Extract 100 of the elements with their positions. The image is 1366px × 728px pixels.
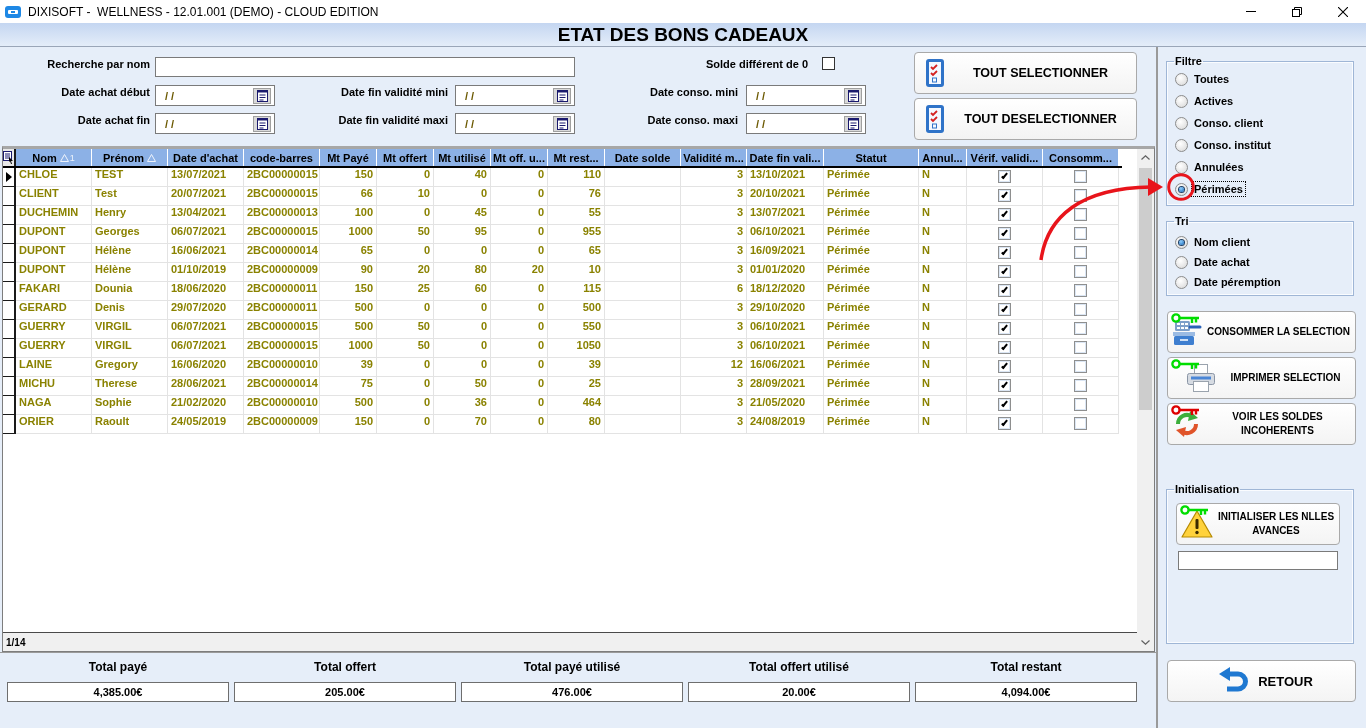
checkbox[interactable] [998, 246, 1011, 259]
column-header[interactable]: Date solde [605, 149, 681, 166]
checkbox[interactable] [998, 379, 1011, 392]
scrollbar-thumb[interactable] [1139, 168, 1152, 410]
checkbox[interactable] [998, 189, 1011, 202]
radio-label[interactable]: Conso. institut [1191, 137, 1274, 153]
checkbox[interactable] [1074, 284, 1087, 297]
row-selector[interactable] [3, 301, 16, 320]
checkbox[interactable] [1074, 360, 1087, 373]
radio-button[interactable] [1175, 160, 1188, 174]
selection-button[interactable]: TOUT SELECTIONNER [914, 52, 1137, 94]
row-selector[interactable] [3, 320, 16, 339]
checkbox[interactable] [998, 360, 1011, 373]
checkbox[interactable] [822, 57, 835, 70]
scrollbar[interactable] [1137, 149, 1154, 651]
column-header[interactable]: Prénom [92, 149, 168, 166]
column-header[interactable]: Mt off. u... [491, 149, 548, 166]
row-selector[interactable] [3, 263, 16, 282]
calendar-icon[interactable] [253, 115, 271, 132]
calendar-icon[interactable] [253, 87, 271, 104]
checkbox[interactable] [998, 322, 1011, 335]
close-icon[interactable] [1338, 6, 1348, 17]
radio-button[interactable] [1175, 116, 1188, 130]
scroll-down-icon[interactable] [1141, 640, 1150, 645]
row-selector[interactable] [3, 244, 16, 263]
radio-label[interactable]: Date achat [1191, 254, 1253, 270]
checkbox[interactable] [1074, 265, 1087, 278]
column-header[interactable]: Nom 1 [16, 149, 92, 166]
date-field[interactable]: / / [455, 85, 575, 106]
row-selector[interactable] [3, 339, 16, 358]
date-field[interactable]: / / [155, 85, 275, 106]
radio-label[interactable]: Nom client [1191, 234, 1254, 250]
column-header[interactable]: Statut [824, 149, 919, 166]
column-header[interactable]: Mt Payé [320, 149, 377, 166]
radio-button[interactable] [1175, 275, 1188, 289]
checkbox[interactable] [998, 170, 1011, 183]
column-header[interactable]: Mt utilisé [434, 149, 491, 166]
checkbox[interactable] [998, 208, 1011, 221]
input-field[interactable] [1178, 551, 1338, 570]
checkbox[interactable] [1074, 227, 1087, 240]
column-header[interactable]: Annul... [919, 149, 967, 166]
checkbox[interactable] [1074, 379, 1087, 392]
radio-button[interactable] [1175, 182, 1188, 196]
row-selector[interactable] [3, 415, 16, 434]
row-selector[interactable] [3, 377, 16, 396]
column-header[interactable]: Consomm... [1043, 149, 1119, 166]
checkbox[interactable] [1074, 208, 1087, 221]
action-button[interactable]: IMPRIMER SELECTION [1167, 357, 1356, 399]
column-header[interactable]: Mt rest... [548, 149, 605, 166]
radio-button[interactable] [1175, 72, 1188, 86]
radio-button[interactable] [1175, 138, 1188, 152]
checkbox[interactable] [998, 398, 1011, 411]
checkbox[interactable] [1074, 322, 1087, 335]
column-header[interactable]: Date fin vali... [747, 149, 824, 166]
radio-label[interactable]: Conso. client [1191, 115, 1267, 131]
radio-label[interactable]: Toutes [1191, 71, 1233, 87]
checkbox[interactable] [1074, 246, 1087, 259]
calendar-icon[interactable] [844, 115, 862, 132]
radio-label[interactable]: Annulées [1191, 159, 1247, 175]
date-field[interactable]: / / [155, 113, 275, 134]
calendar-icon[interactable] [553, 115, 571, 132]
radio-button[interactable] [1175, 235, 1188, 249]
checkbox[interactable] [1074, 303, 1087, 316]
checkbox[interactable] [998, 417, 1011, 430]
search-field[interactable] [155, 57, 575, 77]
column-header[interactable]: Vérif. validi... [967, 149, 1043, 166]
row-selector[interactable] [3, 206, 16, 225]
row-selector[interactable] [3, 187, 16, 206]
radio-button[interactable] [1175, 255, 1188, 269]
checkbox[interactable] [998, 265, 1011, 278]
date-field[interactable]: / / [746, 113, 866, 134]
row-selector[interactable] [3, 282, 16, 301]
radio-label[interactable]: Périmées [1191, 181, 1246, 197]
back-button[interactable]: RETOUR [1167, 660, 1356, 702]
row-selector[interactable] [3, 396, 16, 415]
checkbox[interactable] [998, 284, 1011, 297]
checkbox[interactable] [998, 341, 1011, 354]
checkbox[interactable] [1074, 398, 1087, 411]
date-field[interactable]: / / [455, 113, 575, 134]
row-selector[interactable] [3, 168, 16, 187]
action-button[interactable]: CONSOMMER LA SELECTION [1167, 311, 1356, 353]
calendar-icon[interactable] [553, 87, 571, 104]
selection-button[interactable]: TOUT DESELECTIONNER [914, 98, 1137, 140]
checkbox[interactable] [1074, 341, 1087, 354]
date-field[interactable]: / / [746, 85, 866, 106]
column-header[interactable]: Mt offert [377, 149, 434, 166]
checkbox[interactable] [998, 227, 1011, 240]
checkbox[interactable] [998, 303, 1011, 316]
action-button[interactable]: VOIR LES SOLDES INCOHERENTS [1167, 403, 1356, 445]
return-arrow-icon[interactable] [1218, 667, 1251, 695]
restore-icon[interactable] [1292, 6, 1302, 17]
calendar-icon[interactable] [844, 87, 862, 104]
checkbox[interactable] [1074, 417, 1087, 430]
column-header[interactable]: Date d'achat [168, 149, 244, 166]
scroll-up-icon[interactable] [1141, 155, 1150, 160]
radio-label[interactable]: Date péremption [1191, 274, 1284, 290]
checkbox[interactable] [1074, 170, 1087, 183]
radio-label[interactable]: Actives [1191, 93, 1237, 109]
row-selector[interactable] [3, 358, 16, 377]
grid-menu-icon[interactable] [3, 151, 14, 164]
